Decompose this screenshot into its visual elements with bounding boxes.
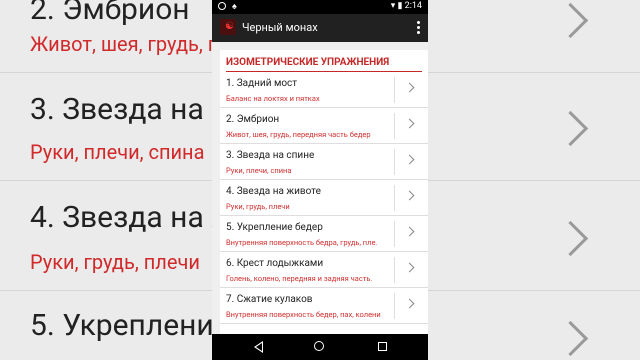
list-item[interactable]: 3. Звезда на спине Руки, плечи, спина (220, 144, 428, 180)
status-bar: ♠ ▾ ▮ 2:14 (212, 0, 428, 14)
bg-chevron-icon (552, 110, 589, 147)
list-item[interactable]: 5. Укрепление бедер Внутренняя поверхнос… (220, 216, 428, 252)
item-title: 4. Звезда на животе (226, 186, 321, 197)
item-divider (394, 185, 395, 211)
bg-chevron-icon (552, 320, 589, 357)
back-icon[interactable] (254, 341, 263, 353)
item-title: 5. Укрепление бедер (226, 222, 323, 233)
chevron-right-icon (404, 190, 415, 201)
recent-apps-icon[interactable] (378, 342, 387, 351)
item-title: 6. Крест лодыжками (226, 258, 324, 269)
chevron-right-icon (404, 262, 415, 273)
item-subtitle: Руки, грудь, плечи (226, 202, 290, 211)
item-title: 2. Эмбрион (226, 114, 280, 125)
item-divider (394, 149, 395, 175)
list-item[interactable]: 7. Сжатие кулаков Внутренняя поверхность… (220, 288, 428, 324)
overflow-menu-icon[interactable] (417, 21, 420, 36)
section-title: ИЗОМЕТРИЧЕСКИЕ УПРАЖНЕНИЯ (226, 57, 390, 68)
item-title: 7. Сжатие кулаков (226, 294, 313, 305)
list-item[interactable]: 6. Крест лодыжками Голень, колено, перед… (220, 252, 428, 288)
exercise-list-card: ИЗОМЕТРИЧЕСКИЕ УПРАЖНЕНИЯ 1. Задний мост… (220, 50, 428, 334)
item-subtitle: Голень, колено, передняя и задняя часть. (226, 274, 373, 283)
item-divider (394, 257, 395, 283)
bg-item-subtitle: Руки, плечи, спина (30, 140, 205, 164)
status-right: ▾ ▮ 2:14 (391, 1, 422, 11)
item-title: 3. Звезда на спине (226, 150, 315, 161)
signal-icon: ▾ ▮ (390, 1, 403, 11)
list-item[interactable]: 2. Эмбрион Живот, шея, грудь, передняя ч… (220, 108, 428, 144)
chevron-right-icon (404, 154, 415, 165)
item-subtitle: Баланс на локтях и пятках (226, 94, 320, 103)
item-subtitle: Внутренняя поверхность бедер, пах, колен… (226, 310, 381, 319)
item-divider (394, 293, 395, 319)
app-bar: ☯ Черный монах (212, 14, 428, 42)
item-divider (394, 77, 395, 103)
chevron-right-icon (404, 118, 415, 129)
bg-item-subtitle: Руки, грудь, плечи (30, 250, 200, 274)
item-subtitle: Живот, шея, грудь, передняя часть бедер (226, 130, 371, 139)
item-subtitle: Руки, плечи, спина (226, 166, 292, 175)
phone-screen: ♠ ▾ ▮ 2:14 ☯ Черный монах ИЗОМЕТРИЧЕСКИЕ… (212, 0, 428, 360)
item-divider (394, 113, 395, 139)
bg-chevron-icon (552, 2, 589, 39)
app-title: Черный монах (242, 21, 318, 34)
list-item[interactable]: 1. Задний мост Баланс на локтях и пятках (220, 72, 428, 108)
status-time: 2:14 (404, 1, 422, 11)
app-logo-icon: ☯ (220, 19, 236, 35)
list-item[interactable]: 4. Звезда на животе Руки, грудь, плечи (220, 180, 428, 216)
chevron-right-icon (404, 82, 415, 93)
bg-chevron-icon (552, 220, 589, 257)
bg-item-title: 2. Эмбрион (30, 0, 190, 27)
android-icon: ♠ (232, 2, 237, 12)
item-subtitle: Внутренняя поверхность бедра, грудь, пле… (226, 238, 378, 247)
home-icon[interactable] (314, 341, 324, 351)
item-divider (394, 221, 395, 247)
chevron-right-icon (404, 298, 415, 309)
item-title: 1. Задний мост (226, 78, 298, 89)
chevron-right-icon (404, 226, 415, 237)
circle-icon (218, 2, 226, 10)
navigation-bar (212, 334, 428, 360)
